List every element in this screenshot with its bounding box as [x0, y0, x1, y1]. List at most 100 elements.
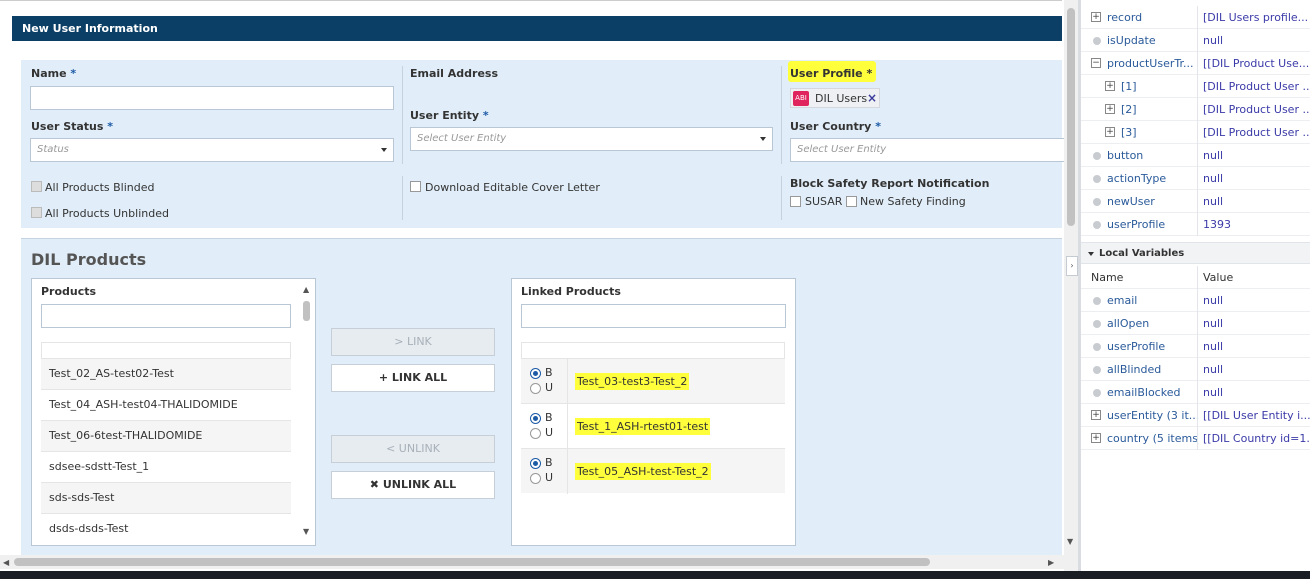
download-cover-letter-checkbox[interactable]: [410, 181, 421, 192]
expand-icon[interactable]: +: [1105, 127, 1115, 137]
column-divider: [1197, 75, 1198, 98]
variable-row[interactable]: + record [DIL Users profile...: [1081, 6, 1310, 29]
linked-list-header: [521, 342, 785, 358]
variable-row[interactable]: + userEntity (3 it... [[DIL User Entity i.…: [1081, 404, 1310, 427]
unblinded-radio[interactable]: [530, 383, 541, 394]
column-divider: [1197, 335, 1198, 358]
all-products-blinded-checkbox[interactable]: [31, 181, 42, 192]
product-list-item[interactable]: dsds-dsds-Test: [41, 513, 291, 544]
variable-row[interactable]: allBlinded null: [1081, 358, 1310, 381]
unlink-button[interactable]: < UNLINK: [331, 435, 495, 463]
linked-product-name: Test_05_ASH-test-Test_2: [575, 463, 711, 480]
user-country-label: User Country *: [790, 120, 881, 133]
unlink-all-button[interactable]: ✖ UNLINK ALL: [331, 471, 495, 499]
product-list-item[interactable]: Test_06-6test-THALIDOMIDE: [41, 420, 291, 451]
variable-row[interactable]: + [3] [DIL Product User ...: [1081, 121, 1310, 144]
variable-name: emailBlocked: [1107, 386, 1181, 399]
local-variables-section[interactable]: Local Variables: [1081, 242, 1310, 264]
horizontal-scrollbar[interactable]: ◀ ▶: [0, 555, 1064, 569]
variable-name: [2]: [1121, 103, 1137, 116]
variable-dot-icon: [1093, 221, 1101, 229]
link-all-button[interactable]: + LINK ALL: [331, 364, 495, 392]
vertical-scrollbar[interactable]: ▼: [1064, 0, 1078, 579]
scroll-down-icon[interactable]: ▼: [1067, 537, 1073, 546]
variable-value: null: [1203, 363, 1224, 376]
panel-collapse-icon[interactable]: ›: [1066, 256, 1078, 276]
variable-row[interactable]: userProfile null: [1081, 335, 1310, 358]
variable-row[interactable]: emailBlocked null: [1081, 381, 1310, 404]
linked-filter-input[interactable]: [521, 304, 786, 328]
variable-name: record: [1107, 11, 1143, 24]
chevron-down-icon: [1088, 252, 1094, 256]
variable-name: [3]: [1121, 126, 1137, 139]
linked-product-row[interactable]: B U Test_1_ASH-rtest01-test: [521, 403, 785, 449]
all-products-unblinded-checkbox[interactable]: [31, 207, 42, 218]
products-scrollbar[interactable]: ▲ ▼: [300, 279, 314, 545]
variable-row[interactable]: userProfile 1393: [1081, 213, 1310, 236]
variable-row[interactable]: + country (5 items) [[DIL Country id=1...: [1081, 427, 1310, 450]
product-list-item[interactable]: sdsee-sdstt-Test_1: [41, 451, 291, 482]
taskbar: [0, 571, 1310, 579]
variable-row[interactable]: button null: [1081, 144, 1310, 167]
variable-value: [[DIL Product Use...: [1203, 57, 1310, 70]
scroll-up-icon[interactable]: ▲: [303, 285, 309, 294]
variable-name: country (5 items): [1107, 432, 1199, 445]
variable-row[interactable]: + [1] [DIL Product User ...: [1081, 75, 1310, 98]
form-title-bar: New User Information: [12, 16, 1062, 41]
user-country-select[interactable]: Select User Entity: [790, 138, 1065, 162]
variable-value: null: [1203, 34, 1224, 47]
scroll-down-icon[interactable]: ▼: [303, 527, 309, 536]
scroll-thumb[interactable]: [303, 301, 310, 321]
name-input[interactable]: [30, 86, 394, 110]
new-safety-finding-label: New Safety Finding: [860, 195, 966, 208]
variable-dot-icon: [1093, 37, 1101, 45]
top-divider: [0, 0, 1062, 3]
variable-value: null: [1203, 172, 1224, 185]
unblinded-radio[interactable]: [530, 428, 541, 439]
linked-products-listbox[interactable]: Linked Products B U Test_03-test3-Test_2 B U…: [511, 278, 796, 546]
blinded-radio-label: B: [545, 456, 553, 469]
column-divider: [1197, 98, 1198, 121]
user-country-placeholder: Select User Entity: [797, 144, 887, 155]
collapse-icon[interactable]: −: [1091, 58, 1101, 68]
expand-icon[interactable]: +: [1105, 81, 1115, 91]
variable-row[interactable]: − productUserTr... [[DIL Product Use...: [1081, 52, 1310, 75]
product-list-item[interactable]: Test_04_ASH-test04-THALIDOMIDE: [41, 389, 291, 420]
user-profile-chip[interactable]: ABI DIL Users ×: [790, 88, 880, 108]
products-listbox[interactable]: Products Test_02_AS-test02-Test Test_04_A…: [31, 278, 316, 546]
col-name-header: Name: [1091, 271, 1124, 284]
linked-product-row[interactable]: B U Test_03-test3-Test_2: [521, 358, 785, 404]
variable-value: null: [1203, 340, 1224, 353]
blinded-radio[interactable]: [530, 413, 541, 424]
close-icon[interactable]: ×: [867, 91, 877, 105]
scroll-left-icon[interactable]: ◀: [3, 558, 9, 567]
blinded-radio[interactable]: [530, 368, 541, 379]
unblinded-radio-label: U: [545, 381, 554, 394]
new-safety-finding-checkbox[interactable]: [846, 196, 857, 207]
blinded-radio[interactable]: [530, 458, 541, 469]
susar-checkbox[interactable]: [790, 196, 801, 207]
user-entity-select[interactable]: Select User Entity: [410, 127, 773, 151]
link-button[interactable]: > LINK: [331, 328, 495, 356]
scroll-right-icon[interactable]: ▶: [1048, 558, 1054, 567]
variable-row[interactable]: email null: [1081, 289, 1310, 312]
vertical-scroll-thumb[interactable]: [1067, 8, 1075, 226]
variable-row[interactable]: actionType null: [1081, 167, 1310, 190]
expand-icon[interactable]: +: [1091, 12, 1101, 22]
variable-row[interactable]: allOpen null: [1081, 312, 1310, 335]
variable-row[interactable]: + [2] [DIL Product User ...: [1081, 98, 1310, 121]
variable-row[interactable]: newUser null: [1081, 190, 1310, 213]
variable-row[interactable]: isUpdate null: [1081, 29, 1310, 52]
horizontal-scroll-thumb[interactable]: [14, 558, 930, 566]
products-filter-input[interactable]: [41, 304, 291, 328]
expand-icon[interactable]: +: [1091, 433, 1101, 443]
expand-icon[interactable]: +: [1091, 410, 1101, 420]
linked-product-row[interactable]: B U Test_05_ASH-test-Test_2: [521, 448, 785, 494]
variable-value: null: [1203, 386, 1224, 399]
expand-icon[interactable]: +: [1105, 104, 1115, 114]
unblinded-radio[interactable]: [530, 473, 541, 484]
user-status-select[interactable]: Status: [30, 138, 394, 162]
variable-name: [1]: [1121, 80, 1137, 93]
product-list-item[interactable]: sds-sds-Test: [41, 482, 291, 513]
product-list-item[interactable]: Test_02_AS-test02-Test: [41, 358, 291, 389]
